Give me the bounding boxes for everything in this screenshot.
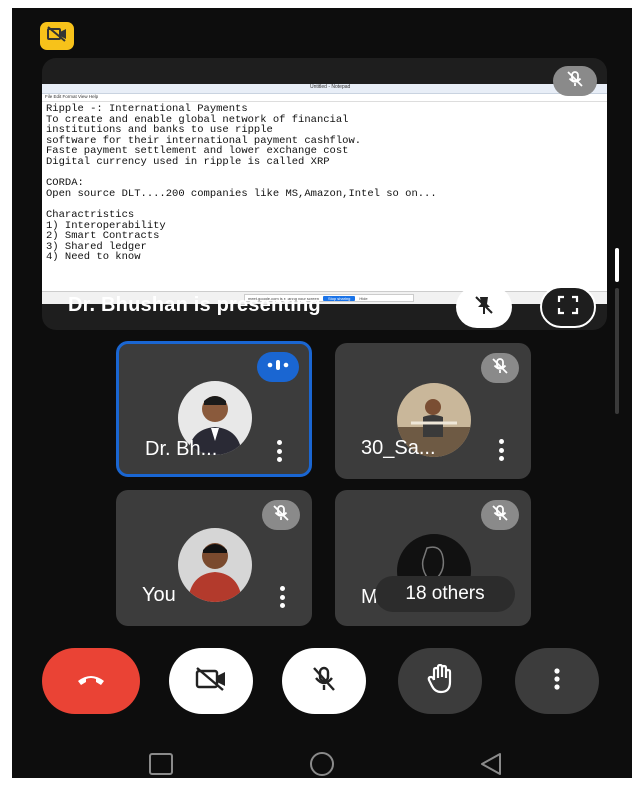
speaking-indicator [257,352,299,382]
more-vert-icon[interactable] [280,586,286,608]
participant-name: 30_Sa... [361,437,436,459]
back-button[interactable] [478,752,504,778]
participant-name: You [142,584,176,606]
more-options-button[interactable] [515,648,599,714]
shared-notepad-window: Untitled - Notepad File Edit Format View… [42,84,607,304]
mic-off-icon [310,665,338,698]
scrollbar-thumb[interactable] [615,248,619,282]
meet-screen: Untitled - Notepad File Edit Format View… [12,8,632,778]
phone-hangup-icon [76,671,106,692]
notepad-title: Untitled - Notepad [310,84,351,90]
presenter-mute-badge [553,66,597,96]
participant-tile-dr-bhushan[interactable]: Dr. Bh... [116,341,312,477]
notepad-title-bar: Untitled - Notepad [42,84,607,94]
camera-off-icon [194,666,228,697]
mic-toggle-button[interactable] [282,648,366,714]
camera-toggle-button[interactable] [169,648,253,714]
more-vert-icon[interactable] [499,439,505,461]
notepad-menu: File Edit Format View Help [42,94,607,102]
hide-button: Hide [359,295,368,301]
pin-off-icon [473,294,495,321]
unpin-button[interactable] [456,286,512,328]
mute-badge [481,353,519,383]
notepad-text: Ripple -: International Payments To crea… [46,103,437,264]
presenting-label: Dr. Bhushan is presenting [68,294,321,316]
more-vert-icon [553,667,561,695]
raise-hand-button[interactable] [398,648,482,714]
more-vert-icon[interactable] [277,440,283,462]
scrollbar-track [615,288,619,414]
mic-off-icon [491,504,509,527]
others-count: 18 others [375,576,515,612]
camera-off-badge [40,22,74,50]
recent-apps-button[interactable] [148,752,174,778]
participant-name: Dr. Bh... [145,438,218,460]
mic-off-icon [491,357,509,380]
home-button[interactable] [308,752,336,778]
fullscreen-icon [557,295,579,320]
presentation-panel[interactable]: Untitled - Notepad File Edit Format View… [42,58,607,330]
raise-hand-icon [426,663,454,699]
participant-tile-you[interactable]: You [116,490,312,626]
fullscreen-button[interactable] [540,286,596,328]
end-call-button[interactable] [42,648,140,714]
participant-tile-others[interactable]: M 18 others [335,490,531,626]
participant-tile-30-sa[interactable]: 30_Sa... [335,343,531,479]
camera-off-icon [46,25,68,47]
mic-off-icon [272,504,290,527]
mic-off-icon [566,70,584,93]
mute-badge [481,500,519,530]
mute-badge [262,500,300,530]
avatar [178,528,252,602]
audio-wave-icon [266,358,290,376]
stop-sharing-button: Stop sharing [322,295,356,301]
